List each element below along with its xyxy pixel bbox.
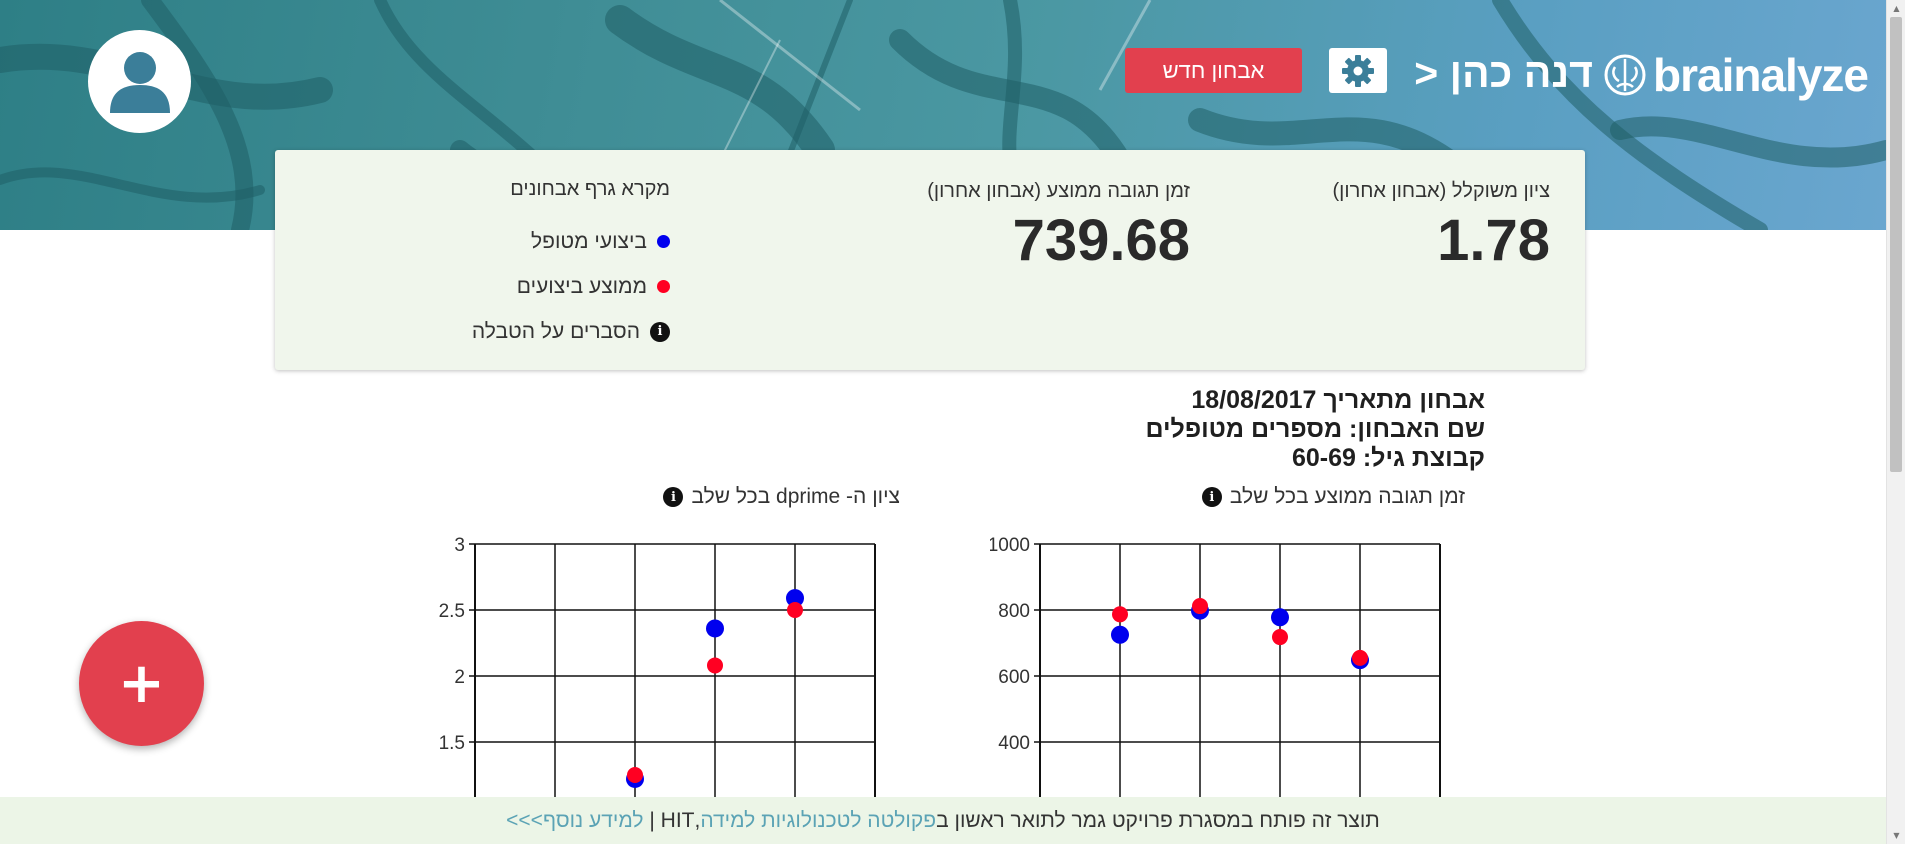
avatar[interactable] [88, 30, 191, 133]
scroll-up-icon[interactable]: ▲ [1887, 0, 1905, 17]
response-chart-title: זמן תגובה ממוצע בכל שלב i [1020, 485, 1465, 509]
user-icon [109, 51, 170, 113]
legend-item-patient: ביצועי מטופל [435, 219, 670, 264]
footer-text: תוצר זה פותח במסגרת פרויקט גמר לתואר ראש… [936, 809, 1380, 832]
page-scrollbar[interactable]: ▲ ▼ [1886, 0, 1905, 844]
red-dot-icon [657, 280, 670, 293]
weighted-score: ציון משוקלל (אבחון אחרון) 1.78 [1255, 180, 1550, 273]
brain-icon [1604, 54, 1646, 96]
info-icon[interactable]: i [1201, 487, 1222, 507]
response-average-point[interactable] [1112, 606, 1128, 623]
scroll-down-icon[interactable]: ▼ [1887, 827, 1905, 844]
footer-institution: ,HIT [660, 809, 701, 832]
response-average-point[interactable] [1192, 598, 1208, 615]
info-icon[interactable]: i [650, 321, 670, 342]
legend-item-average: ממוצע ביצועים [435, 264, 670, 309]
new-exam-button[interactable]: אבחון חדש [1125, 48, 1302, 93]
avg-response-value: 739.68 [1012, 208, 1190, 273]
blue-dot-icon [657, 235, 670, 248]
y-tick-label: 3 [454, 535, 465, 556]
response-chart-title-text: זמן תגובה ממוצע בכל שלב [1229, 485, 1465, 508]
app-logo[interactable]: brainalyze [1603, 46, 1869, 104]
avg-response-label: זמן תגובה ממוצע (אבחון אחרון) [927, 180, 1190, 202]
legend-title: מקרא גרף אבחונים [510, 178, 670, 200]
breadcrumb[interactable]: דנה כהן < [1403, 44, 1593, 102]
dprime-chart-title: ציון ה- dprime בכל שלב i [450, 485, 900, 509]
y-tick-label: 2 [454, 667, 465, 688]
chart-legend: מקרא גרף אבחונים ביצועי מטופל ממוצע ביצו… [435, 178, 670, 354]
y-tick-label: 2.5 [439, 601, 465, 622]
faculty-link[interactable]: פקולטה לטכנולוגיות למידה [700, 809, 936, 832]
weighted-score-label: ציון משוקלל (אבחון אחרון) [1332, 180, 1550, 202]
legend-average-label: ממוצע ביצועים [516, 274, 647, 298]
footer: תוצר זה פותח במסגרת פרויקט גמר לתואר ראש… [0, 797, 1886, 844]
dprime-average-point[interactable] [707, 657, 723, 674]
response-patient-point[interactable] [1271, 608, 1289, 627]
dprime-chart: 3 2.5 2 1.5 [439, 535, 876, 798]
gear-icon [1342, 54, 1374, 87]
exam-name: שם האבחון: מספרים מטופלים [1145, 415, 1486, 443]
scrollbar-thumb[interactable] [1890, 17, 1902, 472]
legend-patient-label: ביצועי מטופל [531, 229, 647, 253]
logo-text: brainalyze [1653, 49, 1869, 101]
y-tick-label: 1000 [990, 535, 1030, 556]
add-button[interactable]: + [79, 621, 204, 746]
dprime-patient-point[interactable] [706, 619, 724, 638]
summary-card: ציון משוקלל (אבחון אחרון) 1.78 זמן תגובה… [275, 150, 1585, 370]
settings-button[interactable] [1329, 48, 1387, 93]
y-tick-label: 400 [998, 733, 1030, 754]
more-info-link[interactable]: למידע נוסף>>> [506, 809, 643, 832]
exam-age-group: קבוצת גיל: 60-69 [1291, 444, 1485, 472]
footer-separator: | [649, 809, 655, 832]
dprime-average-point[interactable] [627, 767, 643, 783]
avg-response: זמן תגובה ממוצע (אבחון אחרון) 739.68 [785, 180, 1190, 273]
y-tick-label: 1.5 [439, 733, 465, 754]
weighted-score-value: 1.78 [1437, 208, 1550, 273]
exam-details: אבחון מתאריך 18/08/2017 שם האבחון: מספרי… [1090, 386, 1486, 473]
exam-date: אבחון מתאריך 18/08/2017 [1191, 386, 1485, 414]
y-tick-label: 600 [998, 667, 1030, 688]
info-icon[interactable]: i [663, 487, 684, 507]
legend-item-explain[interactable]: i הסברים על הטבלה [435, 309, 670, 354]
response-average-point[interactable] [1272, 629, 1288, 646]
response-time-chart: 1000 800 600 400 [990, 535, 1441, 798]
response-average-point[interactable] [1352, 649, 1368, 666]
response-patient-point[interactable] [1111, 625, 1129, 644]
y-tick-label: 800 [998, 601, 1030, 622]
dprime-chart-title-text: ציון ה- dprime בכל שלב [691, 485, 900, 508]
legend-explain-label[interactable]: הסברים על הטבלה [472, 320, 640, 344]
dprime-average-point[interactable] [787, 602, 803, 618]
